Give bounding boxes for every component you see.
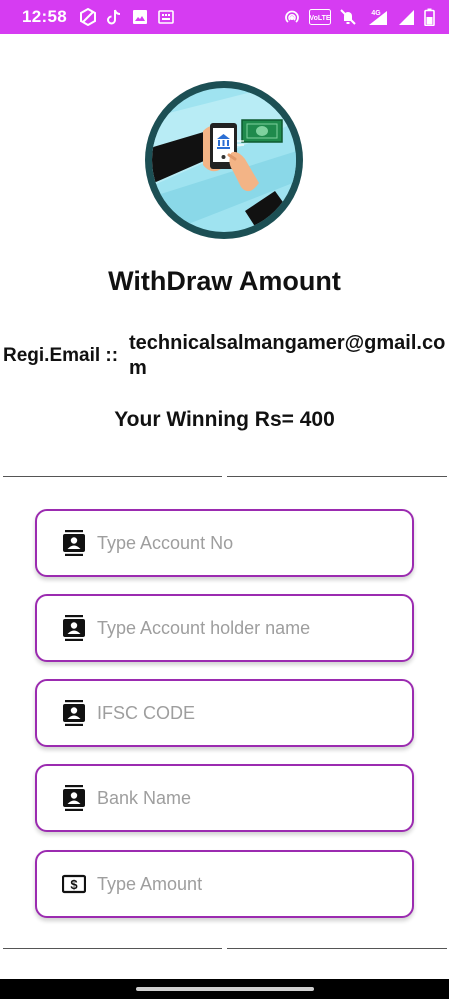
mute-icon [339, 8, 357, 26]
ifsc-code-input[interactable] [97, 702, 397, 724]
account-holder-input[interactable] [97, 617, 397, 639]
vpn-icon [79, 8, 97, 26]
image-icon [131, 8, 149, 26]
bank-name-field[interactable] [35, 764, 414, 832]
registered-email-value: technicalsalmangamer@gmail.com [129, 332, 446, 379]
withdraw-illustration [145, 79, 303, 241]
winning-amount-text: Your Winning Rs= 400 [114, 408, 335, 431]
bank-name-input[interactable] [97, 787, 397, 809]
divider-bottom-left [3, 948, 222, 949]
account-holder-field[interactable] [35, 594, 414, 662]
status-bar-right: VoLTE 4G [283, 8, 435, 26]
divider-top-left [3, 476, 222, 477]
battery-icon [423, 8, 435, 26]
page-title: WithDraw Amount [108, 266, 341, 296]
keyboard-icon [157, 8, 175, 26]
divider-top-right [227, 476, 447, 477]
system-navigation-bar [0, 979, 449, 999]
volte-icon: VoLTE [309, 8, 331, 26]
contact-card-icon [61, 785, 87, 811]
home-gesture-handle[interactable] [135, 987, 314, 991]
amount-input[interactable] [97, 873, 397, 895]
dollar-bill-icon: $ [61, 871, 87, 897]
contact-card-icon [61, 700, 87, 726]
status-bar: 12:58 VoLTE 4G [0, 0, 449, 34]
contact-card-icon [61, 615, 87, 641]
account-number-input[interactable] [97, 532, 397, 554]
tiktok-icon [105, 8, 123, 26]
hotspot-icon [283, 8, 301, 26]
ifsc-code-field[interactable] [35, 679, 414, 747]
svg-text:$: $ [70, 877, 78, 892]
registered-email-label: Regi.Email :: [3, 345, 119, 366]
volte-text: VoLTE [309, 15, 330, 22]
divider-bottom-right [227, 948, 447, 949]
signal-icon [397, 8, 415, 26]
amount-field[interactable]: $ [35, 850, 414, 918]
account-number-field[interactable] [35, 509, 414, 577]
signal-4g-icon: 4G [365, 8, 389, 26]
status-time: 12:58 [22, 7, 67, 26]
network-type-text: 4G [371, 10, 381, 17]
status-bar-left: 12:58 [22, 7, 175, 27]
contact-card-icon [61, 530, 87, 556]
